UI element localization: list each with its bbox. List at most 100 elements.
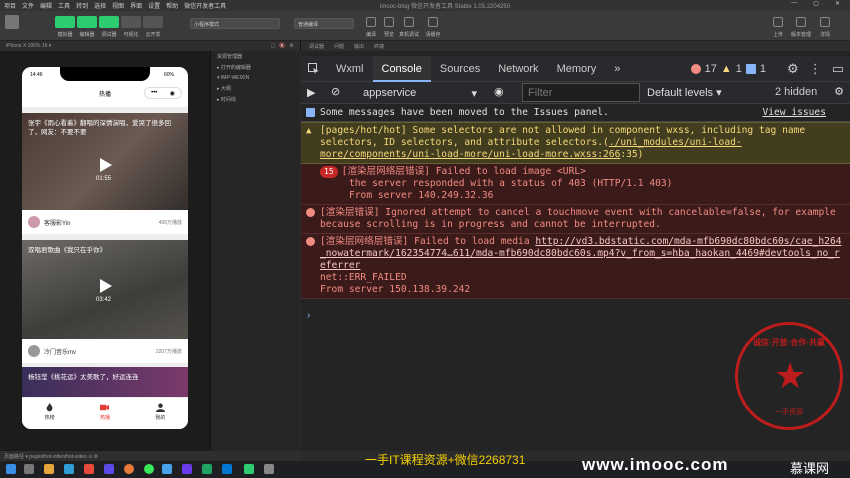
message-line: From server 150.138.39.242: [320, 284, 471, 295]
debugger-toggle-button[interactable]: [99, 16, 119, 28]
simulator-toggle-button[interactable]: [55, 16, 75, 28]
menu-item-file[interactable]: 文件: [22, 1, 34, 10]
console-prompt[interactable]: ›: [307, 310, 310, 321]
log-levels-select[interactable]: Default levels ▾: [647, 86, 722, 99]
tab-network[interactable]: Network: [489, 56, 547, 82]
view-issues-link[interactable]: View issues: [762, 107, 826, 119]
app-icon[interactable]: [104, 464, 114, 474]
avatar[interactable]: [5, 15, 19, 29]
tree-item[interactable]: ▸ 时间线: [211, 94, 300, 105]
tab-hot-play[interactable]: 热播: [77, 398, 132, 429]
tree-item[interactable]: ▾ IMP-WEIXIN: [211, 73, 300, 83]
tree-item[interactable]: ▸ 打开的编辑器: [211, 62, 300, 73]
kebab-menu-icon[interactable]: ⋮: [809, 61, 822, 77]
minimize-button[interactable]: —: [791, 0, 797, 7]
capsule-menu[interactable]: ••• ◉: [144, 87, 182, 99]
more-tabs-icon[interactable]: »: [605, 56, 629, 82]
menu-item-view[interactable]: 视图: [112, 1, 124, 10]
gear-icon[interactable]: ⚙: [787, 61, 799, 77]
details-icon[interactable]: [820, 17, 830, 27]
maximize-button[interactable]: ▢: [813, 0, 819, 7]
tab-wxml[interactable]: Wxml: [327, 56, 373, 82]
play-icon[interactable]: [100, 158, 112, 172]
file-explorer-icon[interactable]: [44, 464, 54, 474]
rotate-icon[interactable]: ▢: [271, 43, 276, 49]
hidden-count: 2 hidden: [775, 86, 818, 98]
tab-sources[interactable]: Sources: [431, 56, 489, 82]
start-icon[interactable]: [6, 464, 16, 474]
panel-tab-output[interactable]: 输出: [354, 43, 364, 50]
video-icon: [100, 404, 110, 411]
author-row[interactable]: 冷门音乐mv 2207万播放: [22, 339, 188, 363]
app-icon[interactable]: [84, 464, 94, 474]
preview-icon[interactable]: [384, 17, 394, 27]
menu-item-wechat-devtools[interactable]: 微信开发者工具: [184, 1, 226, 10]
vscode-icon[interactable]: [222, 464, 232, 474]
firefox-icon[interactable]: [124, 464, 134, 474]
dock-side-icon[interactable]: ▭: [832, 61, 844, 77]
panel-tab-debugger[interactable]: 调试器: [309, 43, 324, 50]
menu-item-settings[interactable]: 设置: [148, 1, 160, 10]
visual-toggle-button[interactable]: [121, 16, 141, 28]
video-feed[interactable]: 张宇《雨心看着》翻唱的深情演唱，爱哭了很多回了，网友：不要不要 01:55 客服…: [22, 107, 188, 397]
filter-input[interactable]: [522, 83, 640, 102]
wechat-devtools-icon[interactable]: [244, 464, 254, 474]
menu-item-project[interactable]: 项目: [4, 1, 16, 10]
sidebar-toggle-icon[interactable]: ▶: [307, 86, 315, 99]
version-icon[interactable]: [796, 17, 806, 27]
author-row[interactable]: 客服影Yin 496万播放: [22, 210, 188, 234]
remote-debug-icon[interactable]: [404, 17, 414, 27]
device-select[interactable]: iPhone X 100% 16 ▾: [6, 43, 51, 49]
search-icon[interactable]: [24, 464, 34, 474]
eye-icon[interactable]: ◉: [494, 85, 504, 98]
tree-item[interactable]: ▸ 大纲: [211, 83, 300, 94]
compile-icon[interactable]: [366, 17, 376, 27]
video-player[interactable]: 张宇《雨心看着》翻唱的深情演唱，爱哭了很多回了，网友：不要不要 01:55: [22, 113, 188, 223]
tab-mine[interactable]: 我的: [133, 398, 188, 429]
context-select[interactable]: appservice ▾: [359, 84, 481, 102]
editor-toggle-button[interactable]: [77, 16, 97, 28]
more-icon[interactable]: •••: [151, 90, 157, 96]
console-toolbar: ▶ ⊘ appservice ▾ ◉ Default levels ▾ 2 hi…: [301, 82, 850, 104]
upload-icon[interactable]: [773, 17, 783, 27]
app-icon[interactable]: [64, 464, 74, 474]
compile-select[interactable]: 普通编译: [294, 18, 354, 29]
video-player[interactable]: 杨钰莹《桃花运》太美歌了，好运连连: [22, 367, 188, 397]
console-settings-icon[interactable]: ⚙: [834, 85, 844, 98]
panel-tab-terminal[interactable]: 终端: [374, 43, 384, 50]
tab-label: 热播: [99, 415, 110, 421]
console-log[interactable]: Some messages have been moved to the Iss…: [301, 105, 850, 299]
video-player[interactable]: 双唱君歌曲《我只在乎你》 03:42: [22, 240, 188, 340]
play-icon[interactable]: [100, 279, 112, 293]
issue-counts[interactable]: 17 ▲ 1 1: [690, 56, 766, 82]
mute-icon[interactable]: 🔇: [279, 43, 285, 49]
app-icon[interactable]: [162, 464, 172, 474]
excel-icon[interactable]: [202, 464, 212, 474]
settings-icon[interactable]: ⚙: [290, 43, 294, 49]
panel-tab-problems[interactable]: 问题: [334, 43, 344, 50]
cloud-dev-button[interactable]: [143, 16, 163, 28]
menu-item-goto[interactable]: 转到: [76, 1, 88, 10]
app-icon[interactable]: [182, 464, 192, 474]
app-icon[interactable]: [264, 464, 274, 474]
console-message-warning: ▲ [pages/hot/hot] Some selectors are not…: [301, 122, 850, 164]
page-path-bar[interactable]: 页面路径 ▾ pages/hot-video/hot-video ⊙ ⚙: [0, 451, 300, 461]
tab-memory[interactable]: Memory: [548, 56, 606, 82]
close-button[interactable]: ✕: [835, 0, 840, 7]
clear-cache-icon[interactable]: [428, 17, 438, 27]
tab-bar: 热榜 热播 我的: [22, 397, 188, 429]
chrome-icon[interactable]: [144, 464, 154, 474]
menu-item-ui[interactable]: 界面: [130, 1, 142, 10]
tab-hot-list[interactable]: 热榜: [22, 398, 77, 429]
inspect-element-icon[interactable]: [301, 56, 327, 82]
tab-console[interactable]: Console: [372, 55, 431, 82]
status-battery: 60%: [163, 72, 174, 78]
exit-icon[interactable]: ◉: [170, 90, 175, 97]
mode-select[interactable]: 小程序模式: [190, 18, 280, 29]
menu-item-edit[interactable]: 编辑: [40, 1, 52, 10]
menu-item-help[interactable]: 帮助: [166, 1, 178, 10]
menu-item-tools[interactable]: 工具: [58, 1, 70, 10]
clear-console-icon[interactable]: ⊘: [331, 85, 340, 98]
repeat-count-badge: 15: [320, 166, 338, 178]
menu-item-select[interactable]: 选择: [94, 1, 106, 10]
